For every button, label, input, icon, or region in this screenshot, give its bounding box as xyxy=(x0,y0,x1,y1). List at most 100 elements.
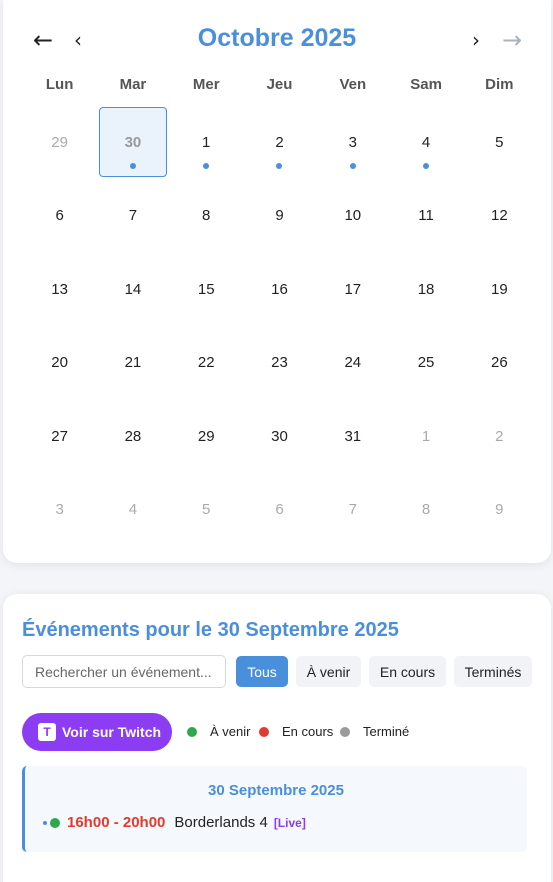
ongoing-dot-icon xyxy=(259,726,269,737)
filter-upcoming-button[interactable]: À venir xyxy=(296,656,361,687)
event-time: 16h00 - 20h00 xyxy=(67,814,166,831)
day-number: 23 xyxy=(271,354,288,372)
day-number: 19 xyxy=(491,280,508,298)
weekday-label: Jeu xyxy=(266,76,293,93)
day-number: 2 xyxy=(275,134,284,151)
weekday-header: Lun Mar Mer Jeu Ven Sam Dim xyxy=(23,76,536,93)
day-number: 29 xyxy=(197,427,215,445)
day-cell[interactable]: 23 xyxy=(243,326,316,399)
day-cell[interactable]: 6 xyxy=(23,179,96,252)
day-number: 8 xyxy=(421,500,431,518)
day-cell[interactable]: 19 xyxy=(463,253,536,326)
day-cell[interactable]: 22 xyxy=(170,326,243,399)
legend-finished: Terminé xyxy=(340,724,409,739)
day-number: 1 xyxy=(421,427,431,445)
day-number: 4 xyxy=(421,134,431,151)
legend-ongoing-label: En cours xyxy=(282,724,334,739)
day-cell[interactable]: 3 xyxy=(316,106,389,179)
day-grid: 29 30 1 2 3 4 5 6 7 8 9 10 11 12 13 14 15 16 17 18 19 20 21 22 2… xyxy=(23,106,536,546)
event-panel-date: 30 Septembre 2025 xyxy=(208,782,344,799)
next-year-button[interactable]: → xyxy=(496,22,528,58)
events-title: Événements pour le 30 Septembre 2025 xyxy=(22,619,399,641)
day-cell[interactable]: 7 xyxy=(316,473,389,546)
legend-upcoming: À venir xyxy=(187,724,250,739)
weekday-label: Dim xyxy=(485,76,514,93)
weekday-label: Ven xyxy=(339,76,367,93)
day-cell[interactable]: 14 xyxy=(96,253,169,326)
day-cell[interactable]: 7 xyxy=(96,179,169,252)
day-number: 1 xyxy=(202,134,211,151)
day-cell[interactable]: 8 xyxy=(389,473,462,546)
day-number: 31 xyxy=(344,427,362,445)
day-cell[interactable]: 9 xyxy=(243,179,316,252)
event-search-input[interactable] xyxy=(22,655,226,688)
day-cell[interactable]: 16 xyxy=(243,253,316,326)
day-number: 27 xyxy=(51,427,68,445)
day-cell[interactable]: 4 xyxy=(96,473,169,546)
day-cell[interactable]: 28 xyxy=(96,400,169,473)
events-card: Événements pour le 30 Septembre 2025 Tou… xyxy=(3,594,551,882)
next-month-button[interactable]: › xyxy=(465,22,487,58)
twitch-button[interactable]: T Voir sur Twitch xyxy=(22,713,172,751)
day-number: 13 xyxy=(51,280,68,298)
day-cell[interactable]: 11 xyxy=(389,179,462,252)
day-cell[interactable]: 10 xyxy=(316,179,389,252)
day-cell[interactable]: 31 xyxy=(316,400,389,473)
day-number: 16 xyxy=(271,280,288,298)
day-number: 5 xyxy=(202,500,211,518)
day-number: 6 xyxy=(55,207,64,225)
day-cell[interactable]: 4 xyxy=(389,106,462,179)
day-number: 10 xyxy=(344,207,362,225)
twitch-icon: T xyxy=(38,723,56,741)
day-number: 28 xyxy=(124,427,142,445)
day-cell[interactable]: 15 xyxy=(170,253,243,326)
bullet-icon xyxy=(43,820,47,825)
day-number: 30 xyxy=(124,134,142,151)
filter-finished-button[interactable]: Terminés xyxy=(454,656,532,687)
day-cell[interactable]: 2 xyxy=(463,400,536,473)
day-cell[interactable]: 25 xyxy=(389,326,462,399)
day-number: 15 xyxy=(197,280,215,298)
filter-all-button[interactable]: Tous xyxy=(236,656,288,687)
day-cell[interactable]: 26 xyxy=(463,326,536,399)
day-cell[interactable]: 13 xyxy=(23,253,96,326)
weekday-label: Mer xyxy=(192,76,220,93)
day-cell[interactable]: 12 xyxy=(463,179,536,252)
day-cell[interactable]: 21 xyxy=(96,326,169,399)
day-number: 3 xyxy=(55,500,64,518)
day-number: 20 xyxy=(51,354,68,372)
day-cell[interactable]: 20 xyxy=(23,326,96,399)
day-cell[interactable]: 1 xyxy=(170,106,243,179)
day-number: 9 xyxy=(495,500,504,518)
filter-ongoing-button[interactable]: En cours xyxy=(369,656,446,687)
day-number: 25 xyxy=(417,354,435,372)
day-number: 3 xyxy=(348,134,357,151)
day-cell[interactable]: 29 xyxy=(170,400,243,473)
day-cell[interactable]: 17 xyxy=(316,253,389,326)
event-name: Borderlands 4 xyxy=(174,814,268,831)
day-cell[interactable]: 8 xyxy=(170,179,243,252)
day-cell[interactable]: 30 xyxy=(243,400,316,473)
day-cell[interactable]: 9 xyxy=(463,473,536,546)
day-number: 14 xyxy=(124,280,142,298)
day-cell[interactable]: 18 xyxy=(389,253,462,326)
day-cell[interactable]: 1 xyxy=(389,400,462,473)
day-number: 7 xyxy=(348,500,357,518)
day-number: 30 xyxy=(271,427,288,445)
upcoming-dot-icon xyxy=(187,726,197,737)
day-cell[interactable]: 2 xyxy=(243,106,316,179)
day-number: 17 xyxy=(344,280,362,298)
day-number: 8 xyxy=(202,207,211,225)
day-cell[interactable]: 24 xyxy=(316,326,389,399)
day-cell[interactable]: 5 xyxy=(463,106,536,179)
day-cell[interactable]: 5 xyxy=(170,473,243,546)
day-number: 11 xyxy=(418,207,434,225)
day-cell[interactable]: 27 xyxy=(23,400,96,473)
event-item[interactable]: 16h00 - 20h00 Borderlands 4 [Live] xyxy=(43,814,306,831)
legend-ongoing: En cours xyxy=(259,724,333,739)
day-cell[interactable]: 3 xyxy=(23,473,96,546)
day-cell[interactable]: 29 xyxy=(23,106,96,179)
day-cell[interactable]: 6 xyxy=(243,473,316,546)
day-cell[interactable]: 30 xyxy=(96,106,169,179)
event-tag: [Live] xyxy=(273,815,306,830)
